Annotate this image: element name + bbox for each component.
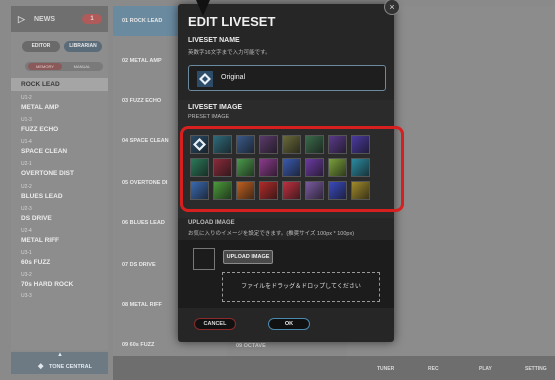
sidebar-item[interactable]: U1-4 SPACE CLEAN [11,139,108,159]
play-button[interactable]: PLAY [479,366,492,372]
mode-tabs: EDITOR LIBRARIAN [18,41,104,52]
manual-button[interactable]: MANUAL [65,63,99,70]
sidebar-item[interactable]: U3-1 60s FUZZ [11,250,108,270]
sidebar-item-label: BLUES LEAD [21,193,63,200]
patch-item[interactable]: 06 BLUES LEAD [122,220,165,226]
sidebar-item-number: U2-3 [21,206,32,212]
preset-image-label: PRESET IMAGE [188,114,230,120]
sidebar-item-active[interactable]: ROCK LEAD [11,78,108,91]
sidebar-item[interactable]: U3-3 [11,293,108,313]
patch-item[interactable]: 08 METAL RIFF [122,302,162,308]
diamond-icon: ◆ [38,363,44,370]
sidebar-item[interactable]: U3-2 70s HARD ROCK [11,272,108,292]
patch-item-octave[interactable]: 09 OCTAVE [236,343,266,349]
patch-item[interactable]: 05 OVERTONE DI [122,180,167,186]
cancel-button[interactable]: CANCEL [194,318,236,330]
upload-image-button[interactable]: UPLOAD IMAGE [223,250,273,264]
memory-manual-toggle: MEMORY MANUAL [25,62,103,71]
sidebar-item-label: ROCK LEAD [21,81,60,88]
upload-image-heading: UPLOAD IMAGE [188,220,235,226]
news-header[interactable]: ▷ NEWS 1 [11,6,108,32]
sidebar-item-label: 70s HARD ROCK [21,281,74,288]
sidebar-item-number: U3-2 [21,272,32,278]
upload-image-hint: お気に入りのイメージを設定できます。(推奨サイズ 100px * 100px) [188,231,355,237]
sidebar-item-label: DS DRIVE [21,215,52,222]
liveset-name-input[interactable]: Original [188,65,386,91]
patch-item[interactable]: 03 FUZZ ECHO [122,98,161,104]
sidebar-item-number: U1-2 [21,95,32,101]
sidebar-item-number: U3-3 [21,293,32,299]
sidebar-item-number: U3-1 [21,250,32,256]
chevron-up-icon: ▲ [57,352,63,358]
news-badge: 1 [82,14,102,24]
tab-librarian[interactable]: LIBRARIAN [64,41,102,52]
sidebar-item-label: OVERTONE DIST [21,170,74,177]
setting-button[interactable]: SETTING [525,366,547,372]
sidebar-item[interactable]: U2-1 OVERTONE DIST [11,161,108,181]
sidebar-item-label: FUZZ ECHO [21,126,59,133]
liveset-name-heading: LIVESET NAME [188,37,240,44]
sidebar-item-number: U2-4 [21,228,32,234]
liveset-image-heading: LIVESET IMAGE [188,104,243,111]
sidebar-item-label: 60s FUZZ [21,259,51,266]
rec-button[interactable]: REC [428,366,439,372]
upload-preview [193,248,215,270]
sidebar-item-number: U2-1 [21,161,32,167]
sidebar-item[interactable]: U2-3 DS DRIVE [11,206,108,226]
sidebar-item-number: U1-3 [21,117,32,123]
sidebar-item[interactable]: U1-3 FUZZ ECHO [11,117,108,137]
sidebar-item-label: SPACE CLEAN [21,148,68,155]
news-label: NEWS [34,16,55,23]
patch-item[interactable]: 04 SPACE CLEAN [122,138,169,144]
tab-editor[interactable]: EDITOR [22,41,60,52]
tone-central-button[interactable]: ▲ ◆ TONE CENTRAL [11,352,108,374]
patch-item[interactable]: 09 60s FUZZ [122,342,154,348]
arrow-pointer-icon [196,0,210,16]
patch-item[interactable]: 02 METAL AMP [122,58,162,64]
sidebar-item-number: U1-4 [21,139,32,145]
sidebar-item-label: METAL AMP [21,104,59,111]
liveset-thumbnail [197,71,213,87]
tone-central-label: TONE CENTRAL [49,364,92,370]
sidebar-item[interactable]: U1-2 METAL AMP [11,95,108,115]
drop-zone[interactable]: ファイルをドラッグ＆ドロップしてください [222,272,380,302]
sidebar-item-number: U2-2 [21,184,32,190]
preset-grid-highlight [180,126,404,212]
ok-button[interactable]: OK [268,318,310,330]
patch-item[interactable]: 07 DS DRIVE [122,262,156,268]
liveset-name-value: Original [221,74,246,81]
memory-button[interactable]: MEMORY [28,63,62,70]
tuner-button[interactable]: TUNER [377,366,394,372]
patch-item[interactable]: 01 ROCK LEAD [122,18,162,24]
sidebar-item[interactable]: U2-2 BLUES LEAD [11,184,108,204]
bell-icon: ▷ [18,14,25,24]
sidebar-item[interactable]: U2-4 METAL RIFF [11,228,108,248]
liveset-name-hint: 英数字16文字まで入力可能です。 [188,50,271,56]
sidebar-item-label: METAL RIFF [21,237,60,244]
